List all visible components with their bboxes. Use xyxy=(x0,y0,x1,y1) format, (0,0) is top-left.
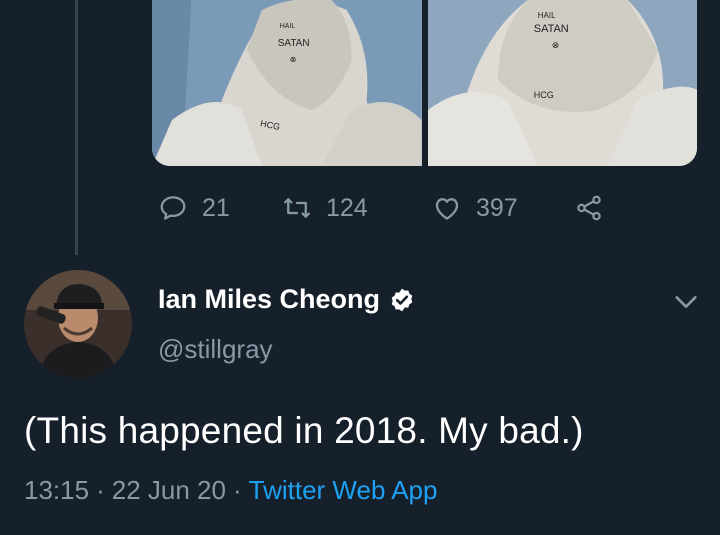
tweet-source-link[interactable]: Twitter Web App xyxy=(249,475,438,506)
retweet-icon xyxy=(284,198,310,218)
svg-text:SATAN: SATAN xyxy=(278,38,310,49)
like-count: 397 xyxy=(476,193,518,222)
meta-separator: · xyxy=(96,475,105,505)
svg-text:HCG: HCG xyxy=(533,90,553,100)
statue-photo-left[interactable]: HAIL SATAN ⊗ HCG xyxy=(152,0,422,166)
author-name-row[interactable]: Ian Miles Cheong xyxy=(158,284,415,315)
statue-photo-right[interactable]: HAIL SATAN ⊗ HCG xyxy=(427,0,697,166)
svg-text:⊗: ⊗ xyxy=(551,40,559,50)
retweet-count: 124 xyxy=(326,193,368,222)
tweet-text: (This happened in 2018. My bad.) xyxy=(24,410,584,451)
author-handle[interactable]: @stillgray xyxy=(158,334,273,365)
avatar[interactable] xyxy=(24,270,132,378)
like-button[interactable]: 397 xyxy=(432,193,574,223)
svg-text:HAIL: HAIL xyxy=(537,11,555,20)
share-button[interactable] xyxy=(574,193,618,223)
verified-icon xyxy=(391,288,413,311)
thread-line xyxy=(75,0,78,255)
tweet-meta: 13:15 · 22 Jun 20 · Twitter Web App xyxy=(24,475,437,506)
chevron-down-icon[interactable] xyxy=(672,288,700,316)
retweet-button[interactable]: 124 xyxy=(282,193,432,223)
reply-icon xyxy=(160,196,186,220)
reply-count: 21 xyxy=(202,193,230,222)
share-icon xyxy=(577,195,601,221)
svg-text:⊗: ⊗ xyxy=(290,55,297,64)
svg-text:SATAN: SATAN xyxy=(533,23,568,35)
like-icon xyxy=(435,198,459,220)
author-display-name[interactable]: Ian Miles Cheong xyxy=(158,284,380,315)
reply-button[interactable]: 21 xyxy=(158,193,282,223)
tweet-date[interactable]: 22 Jun 20 xyxy=(112,475,226,506)
svg-text:HAIL: HAIL xyxy=(280,23,296,30)
media-grid[interactable]: HAIL SATAN ⊗ HCG HAIL SATAN ⊗ HCG xyxy=(152,0,697,166)
tweet-time[interactable]: 13:15 xyxy=(24,475,89,506)
meta-separator: · xyxy=(232,475,242,505)
action-bar: 21 124 397 xyxy=(158,190,618,226)
